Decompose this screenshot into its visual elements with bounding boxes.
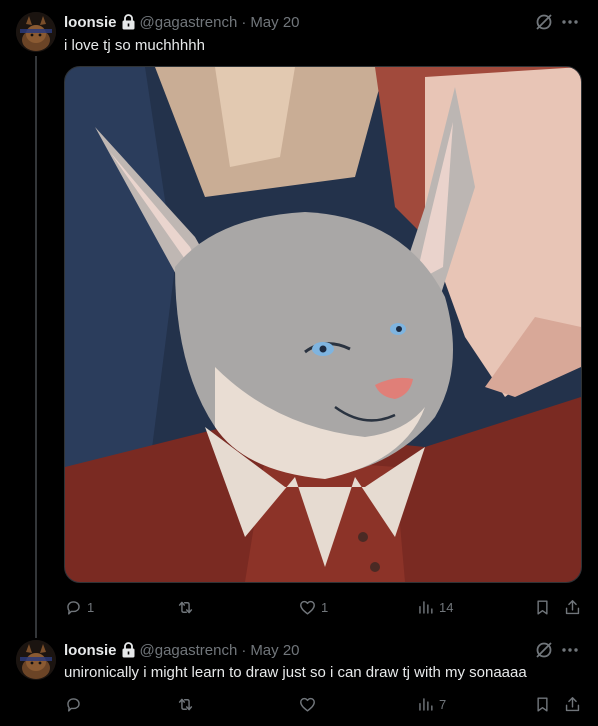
views-icon (419, 697, 433, 711)
avatar[interactable] (16, 640, 56, 680)
more-icon[interactable] (560, 640, 580, 660)
tweet-actions: 7 (64, 694, 582, 714)
more-icon[interactable] (560, 12, 580, 32)
thread-line (35, 56, 37, 630)
tweet-actions: 1 1 14 (64, 597, 582, 617)
tweet-text: i love tj so muchhhhh (64, 37, 205, 54)
like-icon (300, 600, 315, 615)
share-button[interactable] (563, 694, 582, 714)
artwork-illustration (65, 67, 581, 582)
bookmark-button[interactable] (533, 694, 552, 714)
reply-count: 1 (87, 599, 95, 615)
views-count: 7 (439, 696, 447, 712)
retweet-button[interactable] (176, 597, 199, 617)
retweet-icon (178, 698, 193, 710)
grok-icon[interactable] (534, 12, 554, 32)
reply-icon (67, 600, 80, 615)
thread-line (35, 630, 37, 638)
tweet-image[interactable] (64, 66, 582, 583)
display-name[interactable]: loonsie (64, 14, 117, 31)
display-name[interactable]: loonsie (64, 642, 117, 659)
lock-icon (121, 14, 136, 30)
timestamp[interactable]: May 20 (250, 14, 299, 31)
views-button[interactable]: 14 (416, 597, 453, 617)
tweet-header: loonsie @gagastrench · May 20 (64, 12, 300, 32)
separator: · (241, 641, 247, 659)
timestamp[interactable]: May 20 (250, 642, 299, 659)
like-icon (300, 697, 315, 712)
separator: · (241, 13, 247, 31)
bookmark-icon (537, 696, 548, 712)
like-count: 1 (321, 599, 329, 615)
tweet-text: unironically i might learn to draw just … (64, 664, 527, 681)
lock-icon (121, 642, 136, 658)
share-button[interactable] (563, 597, 582, 617)
retweet-button[interactable] (176, 694, 199, 714)
reply-button[interactable] (64, 694, 87, 714)
tweet[interactable]: loonsie @gagastrench · May 20 unironical… (0, 630, 598, 726)
tweet-header: loonsie @gagastrench · May 20 (64, 640, 300, 660)
bookmark-icon (537, 599, 548, 615)
handle[interactable]: @gagastrench (140, 642, 238, 659)
share-icon (565, 599, 580, 614)
grok-icon[interactable] (534, 640, 554, 660)
retweet-icon (178, 601, 193, 613)
like-button[interactable] (298, 694, 321, 714)
reply-button[interactable]: 1 (64, 597, 94, 617)
bookmark-button[interactable] (533, 597, 552, 617)
reply-icon (67, 697, 80, 712)
views-count: 14 (439, 599, 454, 615)
handle[interactable]: @gagastrench (140, 14, 238, 31)
share-icon (565, 696, 580, 711)
avatar[interactable] (16, 12, 56, 52)
views-icon (419, 600, 433, 614)
views-button[interactable]: 7 (416, 694, 446, 714)
tweet[interactable]: loonsie @gagastrench · May 20 i love tj … (0, 0, 598, 630)
like-button[interactable]: 1 (298, 597, 328, 617)
